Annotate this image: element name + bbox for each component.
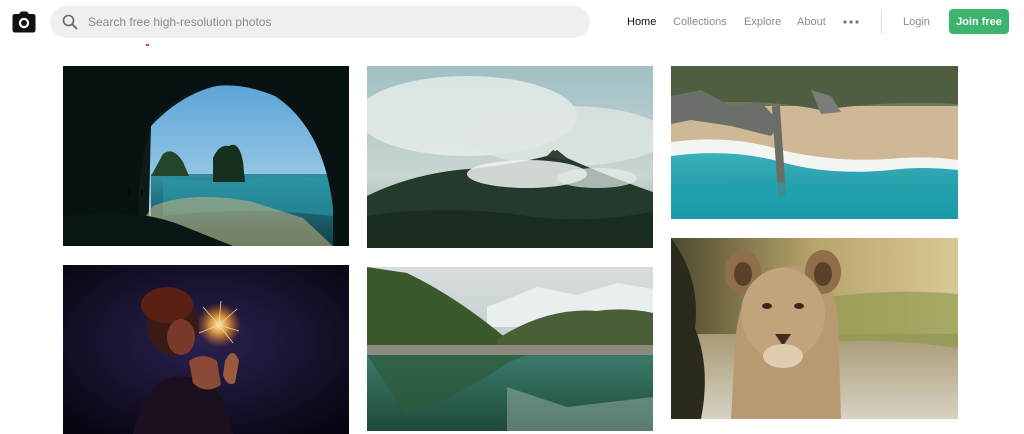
search-input[interactable] (86, 6, 590, 38)
photo-lioness[interactable] (671, 238, 958, 419)
nav-about-link[interactable]: About (797, 16, 826, 28)
more-dots-icon[interactable] (843, 14, 859, 30)
top-navigation-bar: Home Collections Explore About Login Joi… (0, 0, 1024, 44)
search-bar[interactable] (50, 6, 590, 38)
login-label[interactable]: Login (903, 16, 930, 28)
nav-about[interactable]: About (797, 0, 826, 44)
nav-home-link[interactable]: Home (627, 16, 656, 28)
join-free-button[interactable]: Join free (949, 9, 1009, 34)
search-icon (62, 14, 78, 30)
nav-explore-link[interactable]: Explore (744, 16, 781, 28)
photo-misty-mountain[interactable] (367, 66, 653, 248)
progress-indicator (146, 44, 149, 46)
camera-icon[interactable] (11, 9, 37, 35)
photo-sparkler-portrait[interactable] (63, 265, 349, 434)
photo-mountain-lake[interactable] (367, 267, 653, 431)
nav-explore[interactable]: Explore (744, 0, 781, 44)
nav-home[interactable]: Home (627, 0, 656, 44)
login-link[interactable]: Login (903, 0, 930, 44)
nav-collections-link[interactable]: Collections (673, 16, 727, 28)
photo-aerial-beach[interactable] (671, 66, 958, 219)
nav-divider (881, 10, 882, 34)
nav-collections[interactable]: Collections (673, 0, 727, 44)
photo-sea-cave[interactable] (63, 66, 349, 246)
